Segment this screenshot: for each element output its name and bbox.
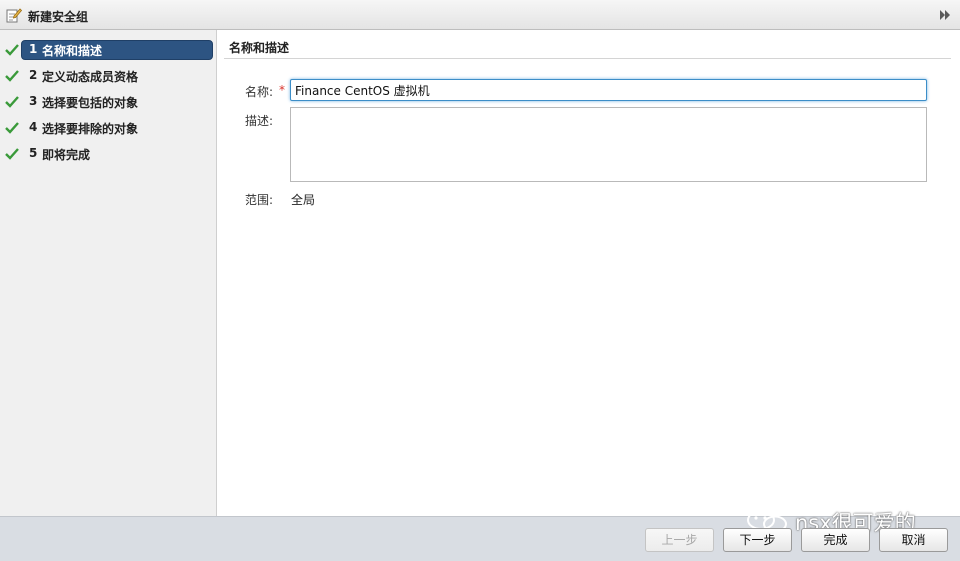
- section-divider: [224, 58, 951, 59]
- checkmark-icon: [5, 96, 19, 108]
- step-label: 选择要包括的对象: [42, 96, 139, 110]
- double-chevron-right-icon[interactable]: [938, 8, 952, 22]
- checkmark-icon: [5, 44, 19, 56]
- back-button[interactable]: 上一步: [645, 528, 714, 552]
- wizard-step-5[interactable]: 5 即将完成: [0, 144, 217, 164]
- description-label: 描述:: [245, 114, 274, 128]
- step-label: 定义动态成员资格: [42, 70, 139, 84]
- step-label: 名称和描述: [42, 44, 103, 58]
- name-input[interactable]: [290, 79, 927, 101]
- description-textarea[interactable]: [290, 107, 927, 182]
- wizard-step-1[interactable]: 1 名称和描述: [0, 40, 217, 60]
- finish-button[interactable]: 完成: [801, 528, 870, 552]
- step-label: 选择要排除的对象: [42, 122, 139, 136]
- wizard-steps-sidebar: 1 名称和描述 2 定义动态成员资格 3 选择要包括的对象 4 选择要排除的对象…: [0, 30, 217, 516]
- checkmark-icon: [5, 70, 19, 82]
- wizard-step-3[interactable]: 3 选择要包括的对象: [0, 92, 217, 112]
- checkmark-icon: [5, 122, 19, 134]
- wizard-step-2[interactable]: 2 定义动态成员资格: [0, 66, 217, 86]
- section-title: 名称和描述: [229, 41, 290, 55]
- step-number: 1: [29, 42, 38, 56]
- step-number: 3: [29, 94, 38, 108]
- edit-security-group-icon: [6, 8, 22, 23]
- wizard-step-4[interactable]: 4 选择要排除的对象: [0, 118, 217, 138]
- required-indicator: *: [279, 83, 285, 97]
- step-number: 5: [29, 146, 38, 160]
- dialog-titlebar: 新建安全组: [0, 0, 960, 30]
- dialog-footer: nsx很可爱的 上一步 下一步 完成 取消: [0, 510, 960, 561]
- dialog-title: 新建安全组: [28, 10, 89, 24]
- step-label: 即将完成: [42, 148, 91, 162]
- wizard-content: 名称和描述 名称: * 描述: 范围: 全局: [218, 30, 960, 516]
- checkmark-icon: [5, 148, 19, 160]
- next-button[interactable]: 下一步: [723, 528, 792, 552]
- step-number: 2: [29, 68, 38, 82]
- step-number: 4: [29, 120, 38, 134]
- scope-value: 全局: [291, 193, 316, 207]
- cancel-button[interactable]: 取消: [879, 528, 948, 552]
- name-label: 名称:: [245, 85, 274, 99]
- scope-label: 范围:: [245, 193, 274, 207]
